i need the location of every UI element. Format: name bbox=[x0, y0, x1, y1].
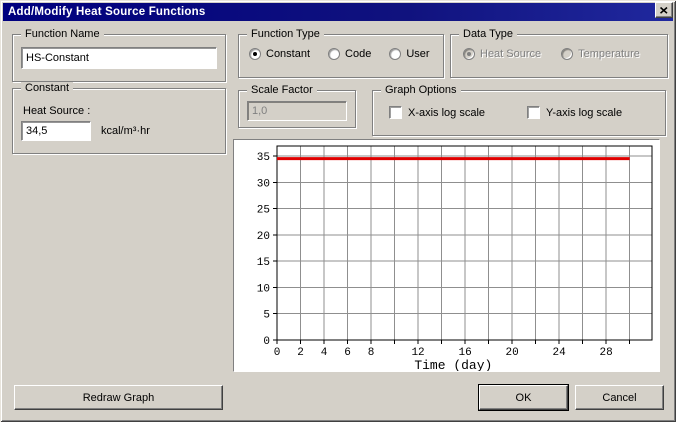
constant-group: Constant Heat Source : kcal/m³·hr bbox=[12, 82, 226, 154]
data-type-group-label: Data Type bbox=[459, 28, 517, 41]
radio-label: Temperature bbox=[578, 48, 640, 60]
cancel-button-label: Cancel bbox=[602, 391, 637, 404]
graph-options-checkbox-row: X-axis log scale Y-axis log scale bbox=[389, 106, 622, 119]
svg-text:2: 2 bbox=[297, 347, 304, 359]
checkbox-icon bbox=[527, 106, 541, 119]
radio-label: User bbox=[406, 48, 430, 60]
svg-text:10: 10 bbox=[257, 283, 270, 295]
svg-text:15: 15 bbox=[257, 257, 270, 269]
data-type-group: Data Type Heat Source Temperature bbox=[450, 28, 668, 78]
cancel-button[interactable]: Cancel bbox=[575, 385, 664, 410]
dialog-add-modify-heat-source-functions: Add/Modify Heat Source Functions Functio… bbox=[0, 0, 676, 422]
graph-options-group-label: Graph Options bbox=[381, 84, 461, 97]
radio-option-temperature: Temperature bbox=[561, 48, 640, 60]
data-type-radio-row: Heat Source Temperature bbox=[463, 48, 640, 60]
radio-label: Code bbox=[345, 48, 372, 60]
scale-factor-group: Scale Factor bbox=[238, 84, 356, 128]
svg-text:28: 28 bbox=[600, 347, 613, 359]
ok-button[interactable]: OK bbox=[479, 385, 568, 410]
svg-text:20: 20 bbox=[506, 347, 519, 359]
svg-text:0: 0 bbox=[274, 347, 281, 359]
checkbox-x-axis-log-scale[interactable]: X-axis log scale bbox=[389, 106, 485, 119]
checkbox-y-axis-log-scale[interactable]: Y-axis log scale bbox=[527, 106, 622, 119]
function-name-group-label: Function Name bbox=[21, 28, 104, 41]
checkbox-label: X-axis log scale bbox=[408, 106, 486, 119]
radio-icon bbox=[561, 48, 574, 60]
svg-text:24: 24 bbox=[553, 347, 567, 359]
title-bar[interactable]: Add/Modify Heat Source Functions bbox=[3, 3, 673, 21]
svg-text:4: 4 bbox=[321, 347, 328, 359]
graph-options-group: Graph Options X-axis log scale Y-axis log… bbox=[372, 84, 666, 136]
svg-text:8: 8 bbox=[368, 347, 375, 359]
function-type-group-label: Function Type bbox=[247, 28, 324, 41]
svg-text:20: 20 bbox=[257, 231, 270, 243]
function-name-input[interactable] bbox=[21, 47, 217, 69]
radio-label: Heat Source bbox=[480, 48, 542, 60]
redraw-graph-button[interactable]: Redraw Graph bbox=[14, 385, 223, 410]
window-title: Add/Modify Heat Source Functions bbox=[8, 6, 206, 18]
constant-group-label: Constant bbox=[21, 82, 74, 95]
ok-button-label: OK bbox=[515, 391, 532, 404]
function-type-group: Function Type Constant Code User bbox=[238, 28, 444, 78]
close-icon bbox=[660, 6, 668, 14]
scale-factor-group-label: Scale Factor bbox=[247, 84, 317, 97]
svg-text:30: 30 bbox=[257, 178, 270, 190]
redraw-graph-button-label: Redraw Graph bbox=[82, 391, 155, 404]
svg-text:6: 6 bbox=[344, 347, 351, 359]
radio-option-constant[interactable]: Constant bbox=[249, 48, 310, 60]
svg-text:5: 5 bbox=[263, 310, 270, 322]
svg-text:Time (day): Time (day) bbox=[414, 358, 492, 371]
checkbox-icon bbox=[389, 106, 402, 119]
radio-option-heat-source: Heat Source bbox=[463, 48, 541, 60]
checkbox-label: Y-axis log scale bbox=[546, 106, 623, 119]
svg-text:0: 0 bbox=[263, 336, 270, 348]
close-button[interactable] bbox=[655, 2, 673, 18]
radio-icon bbox=[328, 48, 341, 60]
scale-factor-input bbox=[247, 101, 347, 121]
heat-source-field-label: Heat Source : bbox=[23, 105, 91, 117]
svg-text:35: 35 bbox=[257, 152, 270, 164]
heat-source-unit-label: kcal/m³·hr bbox=[101, 125, 150, 137]
function-type-radio-row: Constant Code User bbox=[249, 48, 430, 60]
radio-icon bbox=[249, 48, 261, 60]
function-name-group: Function Name bbox=[12, 28, 226, 82]
heat-source-value-input[interactable] bbox=[21, 121, 91, 141]
radio-label: Constant bbox=[266, 48, 311, 60]
radio-option-user[interactable]: User bbox=[389, 48, 430, 60]
radio-option-code[interactable]: Code bbox=[328, 48, 371, 60]
svg-text:25: 25 bbox=[257, 205, 270, 217]
radio-icon bbox=[389, 48, 402, 60]
graph-panel: 0 2 4 6 8 12 16 20 24 28 0 5 10 15 20 25 30 35 Time (day) bbox=[233, 139, 660, 372]
radio-icon bbox=[463, 48, 475, 60]
graph-canvas: 0 2 4 6 8 12 16 20 24 2805101520253035Time (day) bbox=[257, 145, 653, 371]
